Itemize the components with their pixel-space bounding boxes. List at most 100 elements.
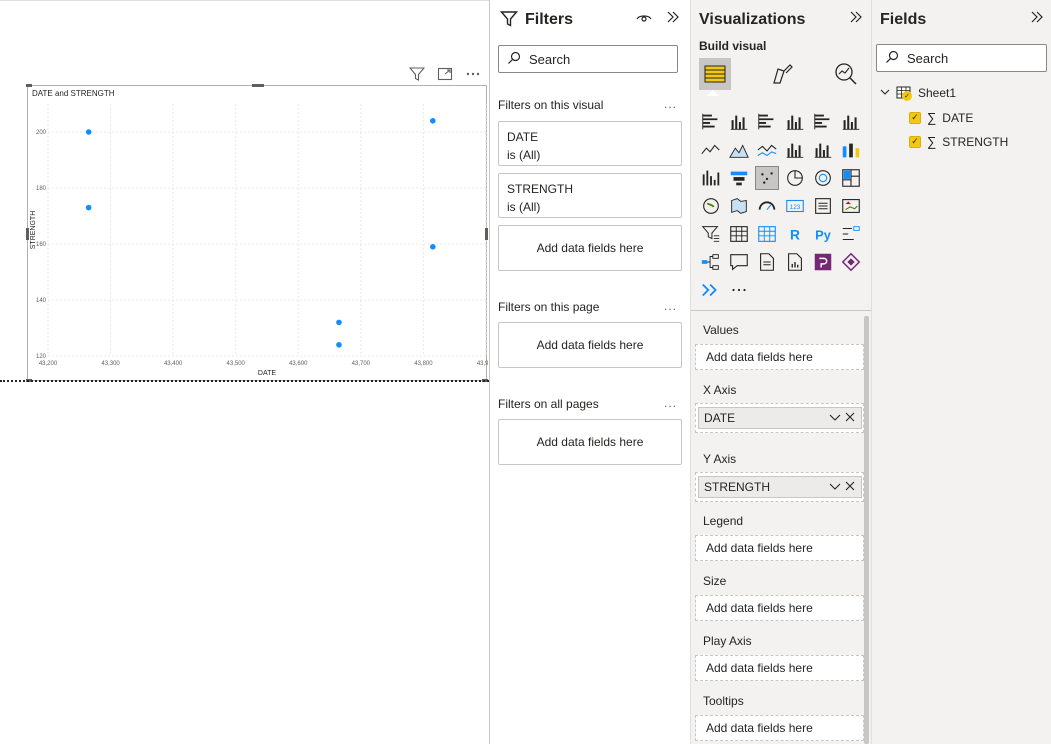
well-x-axis-field[interactable]: DATE <box>698 407 862 429</box>
python-visual-icon[interactable]: Py <box>811 222 835 246</box>
fields-search-input[interactable]: Search <box>876 44 1047 72</box>
scatter-visual[interactable]: 43,200 43,300 43,400 43,500 43,600 43,700 43,8… <box>26 84 488 382</box>
power-apps-icon[interactable] <box>811 250 835 274</box>
filters-all-pages-drop[interactable]: Add data fields here <box>498 419 682 465</box>
search-icon <box>885 50 899 67</box>
viz-scrollbar[interactable] <box>864 316 869 744</box>
field-controls <box>829 411 855 426</box>
filters-all-pages-more[interactable]: ... <box>664 396 677 410</box>
resize-handle-right[interactable] <box>485 228 488 240</box>
filters-page-drop[interactable]: Add data fields here <box>498 322 682 368</box>
search-placeholder: Search <box>907 50 949 66</box>
filled-map-icon[interactable] <box>727 194 751 218</box>
qa-icon[interactable] <box>727 250 751 274</box>
table-icon[interactable] <box>727 222 751 246</box>
area-chart-icon[interactable] <box>727 138 751 162</box>
clustered-column-icon[interactable] <box>783 110 807 134</box>
line-column-icon[interactable] <box>783 138 807 162</box>
build-visual-tab[interactable] <box>699 58 731 90</box>
well-values-label: Values <box>703 323 739 337</box>
data-point <box>85 204 92 211</box>
stacked-bar-icon[interactable] <box>699 110 723 134</box>
well-tooltips-label: Tooltips <box>703 694 744 708</box>
clustered-bar-icon[interactable] <box>755 110 779 134</box>
treemap-icon[interactable] <box>839 166 863 190</box>
map-icon[interactable] <box>699 194 723 218</box>
table-node-sheet1[interactable]: ✓ Sheet1 <box>880 86 956 101</box>
report-canvas[interactable]: 43,200 43,300 43,400 43,500 43,600 43,700 43,8… <box>0 0 489 744</box>
visual-header <box>408 65 482 83</box>
format-visual-tab[interactable] <box>766 58 798 90</box>
close-icon[interactable] <box>845 411 855 426</box>
stacked-area-icon[interactable] <box>755 138 779 162</box>
more-visuals-icon[interactable] <box>699 278 723 302</box>
well-size-drop[interactable]: Add data fields here <box>695 595 864 621</box>
filters-visual-drop[interactable]: Add data fields here <box>498 225 682 271</box>
focus-mode-icon[interactable] <box>436 65 454 83</box>
well-legend-drop[interactable]: Add data fields here <box>695 535 864 561</box>
collapse-visualizations-icon[interactable] <box>849 10 863 29</box>
more-options-icon[interactable] <box>727 278 751 302</box>
chevron-down-icon[interactable] <box>829 480 841 495</box>
well-tooltips-drop[interactable]: Add data fields here <box>695 715 864 741</box>
filters-search-input[interactable]: Search <box>498 45 678 73</box>
well-y-axis-drop[interactable]: STRENGTH <box>695 472 864 502</box>
checkbox-checked-icon[interactable]: ✓ <box>909 135 921 148</box>
filter-icon[interactable] <box>408 65 426 83</box>
power-automate-icon[interactable] <box>839 250 863 274</box>
smart-narrative-icon[interactable] <box>755 250 779 274</box>
checkbox-checked-icon[interactable]: ✓ <box>909 111 921 124</box>
filter-card-strength[interactable]: STRENGTH is (All) <box>498 173 682 218</box>
y-tick-label: 180 <box>36 186 47 192</box>
collapse-filters-icon[interactable] <box>666 10 680 29</box>
100-bar-icon[interactable] <box>811 110 835 134</box>
eye-icon[interactable] <box>636 11 652 30</box>
field-name: STRENGTH <box>704 480 770 494</box>
kpi-icon[interactable] <box>839 194 863 218</box>
100-column-icon[interactable] <box>839 110 863 134</box>
visual-selection-border <box>0 380 489 382</box>
resize-handle-left[interactable] <box>26 228 29 240</box>
line-chart-icon[interactable] <box>699 138 723 162</box>
decomposition-tree-icon[interactable] <box>699 250 723 274</box>
stacked-column-icon[interactable] <box>727 110 751 134</box>
key-influencers-icon[interactable] <box>839 222 863 246</box>
analytics-tab[interactable] <box>830 58 862 90</box>
well-play-axis-drop[interactable]: Add data fields here <box>695 655 864 681</box>
resize-handle-top[interactable] <box>252 84 264 87</box>
well-values-drop[interactable]: Add data fields here <box>695 344 864 370</box>
donut-chart-icon[interactable] <box>811 166 835 190</box>
funnel-icon[interactable] <box>727 166 751 190</box>
gauge-icon[interactable] <box>755 194 779 218</box>
filters-on-visual-more[interactable]: ... <box>664 97 677 111</box>
r-visual-icon[interactable]: R <box>783 222 807 246</box>
filters-on-page-more[interactable]: ... <box>664 299 677 313</box>
filter-pane-icon <box>499 10 519 33</box>
fields-title: Fields <box>880 11 927 28</box>
line-clustered-column-icon[interactable] <box>811 138 835 162</box>
scatter-chart-icon[interactable] <box>755 166 779 190</box>
well-x-axis-drop[interactable]: DATE <box>695 403 864 433</box>
data-point <box>85 129 92 135</box>
multi-row-card-icon[interactable] <box>811 194 835 218</box>
field-row-strength[interactable]: ✓ ∑ STRENGTH <box>909 134 1008 149</box>
collapse-fields-icon[interactable] <box>1030 10 1044 29</box>
matrix-icon[interactable] <box>755 222 779 246</box>
more-options-icon[interactable] <box>464 65 482 83</box>
data-point <box>430 118 436 124</box>
scatter-chart: 43,200 43,300 43,400 43,500 43,600 43,700 43,8… <box>30 104 488 377</box>
chevron-down-icon[interactable] <box>829 411 841 426</box>
close-icon[interactable] <box>845 480 855 495</box>
paginated-report-icon[interactable] <box>783 250 807 274</box>
chevron-down-icon[interactable] <box>880 86 890 100</box>
pie-chart-icon[interactable] <box>783 166 807 190</box>
well-y-axis-field[interactable]: STRENGTH <box>698 476 862 498</box>
slicer-icon[interactable] <box>699 222 723 246</box>
waterfall-icon[interactable] <box>699 166 723 190</box>
ribbon-chart-icon[interactable] <box>839 138 863 162</box>
resize-handle-top-left[interactable] <box>26 84 32 87</box>
field-row-date[interactable]: ✓ ∑ DATE <box>909 110 973 125</box>
chart-title: DATE and STRENGTH <box>32 89 115 98</box>
filter-card-date[interactable]: DATE is (All) <box>498 121 682 166</box>
card-icon[interactable]: 123 <box>783 194 807 218</box>
